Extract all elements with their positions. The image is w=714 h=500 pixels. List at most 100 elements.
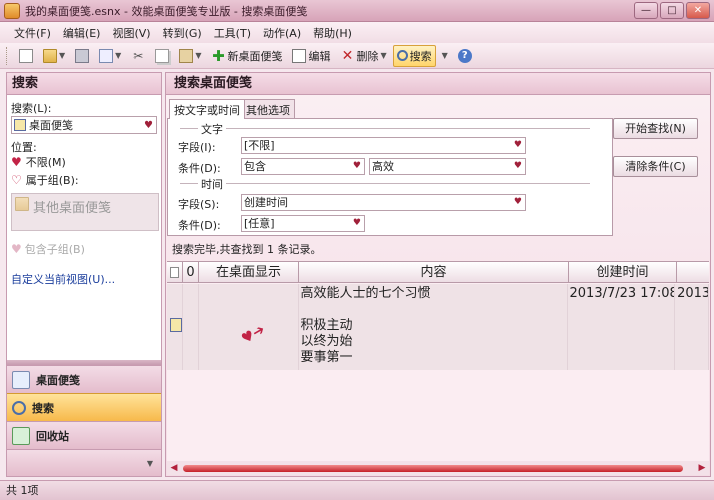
status-bar: 共 1项 [0, 480, 714, 500]
text-field-select[interactable]: [不限] ♥ [241, 137, 526, 154]
menu-edit[interactable]: 编辑(E) [57, 25, 107, 41]
toolbar-grip [6, 46, 9, 65]
time-condition-select[interactable]: [任意] ♥ [241, 215, 365, 232]
row-extra-cell: 2013 [675, 284, 709, 370]
column-header-type[interactable] [167, 262, 183, 282]
keyword-input[interactable]: 高效 ♥ [369, 158, 526, 175]
close-button[interactable]: ✕ [686, 2, 710, 19]
position-label: 位置: [11, 141, 37, 154]
column-header-extra[interactable] [677, 262, 709, 282]
app-icon [4, 2, 20, 19]
clear-conditions-button[interactable]: 清除条件(C) [613, 156, 698, 177]
dropdown-arrow-icon: ▼ [380, 51, 387, 60]
copy-button[interactable] [151, 45, 173, 67]
nav-recycle-label: 回收站 [36, 429, 69, 443]
search-target-select[interactable]: 桌面便笺 ♥ [11, 116, 157, 134]
heart-checkbox-icon: ♥ [11, 242, 22, 256]
menu-actions[interactable]: 动作(A) [257, 25, 307, 41]
heart-radio-checked-icon: ♥ [11, 155, 22, 169]
include-subgroups-label: 包含子组(B) [24, 243, 85, 256]
menu-tools[interactable]: 工具(T) [208, 25, 257, 41]
table-row[interactable]: ♥➔ 高效能人士的七个习惯 积极主动 以终为始 要事第一 2013/7/23 1… [167, 284, 709, 370]
custom-view-link[interactable]: 自定义当前视图(U)... [11, 271, 115, 287]
maximize-button[interactable]: □ [660, 2, 684, 19]
help-button[interactable]: ? [454, 45, 476, 67]
group-selector: 其他桌面便笺 [11, 193, 159, 231]
delete-button[interactable]: ✕ 删除 ▼ [336, 45, 390, 67]
new-document-icon [19, 48, 33, 63]
open-button[interactable]: ▼ [39, 45, 69, 67]
row-created-cell: 2013/7/23 17:08 [568, 284, 676, 370]
new-note-button[interactable]: ✚ 新桌面便笺 [207, 45, 286, 67]
options-dropdown[interactable]: ▼ [438, 45, 452, 67]
heart-dropdown-icon: ♥ [144, 119, 153, 131]
dropdown-arrow-icon: ▼ [195, 51, 202, 60]
toolbar: ▼ ▼ ✂ ▼ ✚ 新桌面便笺 编辑 ✕ 删除 ▼ 搜索 ▼ ? [0, 43, 714, 69]
search-toolbar-button[interactable]: 搜索 [392, 44, 436, 67]
radio-in-group[interactable]: ♡ 属于组(B): [11, 172, 79, 188]
nav-search-label: 搜索 [32, 401, 54, 415]
start-search-button[interactable]: 开始查找(N) [613, 118, 698, 139]
results-grid: 0 在桌面显示 内容 创建时间 ♥➔ 高效能人士的七个习惯 积极主动 以终为始 … [167, 261, 709, 465]
column-header-content[interactable]: 内容 [299, 262, 569, 282]
pencil-icon [292, 48, 307, 63]
time-field-select[interactable]: 创建时间 ♥ [241, 194, 526, 211]
tab-text-or-time[interactable]: 按文字或时间 [169, 99, 245, 119]
column-header-created[interactable]: 创建时间 [569, 262, 677, 282]
text-section-title: 文字 [198, 121, 226, 137]
heart-dropdown-icon: ♥ [513, 161, 522, 171]
printer-icon [75, 48, 90, 63]
heart-pin-icon: ♥➔ [238, 321, 268, 348]
delete-label: 删除 [356, 49, 379, 63]
text-field-label: 字段(I): [178, 141, 216, 154]
nav-recycle-bin[interactable]: 回收站 [7, 421, 161, 449]
print-button[interactable] [71, 45, 93, 67]
nav-search[interactable]: 搜索 [7, 393, 161, 421]
paste-button[interactable]: ▼ [175, 45, 205, 67]
main-pane-title: 搜索桌面便笺 [166, 73, 710, 95]
print-preview-button[interactable]: ▼ [95, 45, 125, 67]
title-bar: 我的桌面便笺.esnx - 效能桌面便笺专业版 - 搜索桌面便笺 — □ ✕ [0, 0, 714, 22]
row-content-cell: 高效能人士的七个习惯 积极主动 以终为始 要事第一 [299, 284, 568, 370]
column-header-attachment[interactable]: 0 [183, 262, 199, 282]
radio-in-group-label: 属于组(B): [25, 174, 79, 187]
nav-notes[interactable]: 桌面便笺 [7, 365, 161, 393]
search-in-label: 搜索(L): [11, 102, 52, 115]
paste-icon [179, 48, 194, 63]
condition-value: 包含 [244, 160, 266, 173]
condition-select[interactable]: 包含 ♥ [241, 158, 365, 175]
section-divider [180, 128, 590, 129]
left-pane-title: 搜索 [7, 73, 161, 95]
grid-header: 0 在桌面显示 内容 创建时间 [167, 262, 709, 283]
scroll-right-icon[interactable]: ▶ [695, 463, 709, 473]
right-pane: 搜索桌面便笺 按文字或时间 其他选项 文字 字段(I): [不限] ♥ 条件(D… [165, 72, 711, 477]
scroll-left-icon[interactable]: ◀ [167, 463, 181, 473]
new-document-button[interactable] [15, 45, 37, 67]
search-label: 搜索 [409, 49, 432, 63]
minimize-button[interactable]: — [634, 2, 658, 19]
menu-goto[interactable]: 转到(G) [157, 25, 208, 41]
edit-button[interactable]: 编辑 [288, 45, 334, 67]
search-target-value: 桌面便笺 [29, 119, 73, 132]
menu-file[interactable]: 文件(F) [8, 25, 57, 41]
menu-view[interactable]: 视图(V) [106, 25, 156, 41]
search-result-status: 搜索完毕,共查找到 1 条记录。 [172, 243, 322, 256]
radio-unlimited-label: 不限(M) [25, 156, 66, 169]
nav-overflow-button[interactable]: ▼ [7, 449, 161, 476]
delete-x-icon: ✕ [341, 47, 354, 64]
menu-bar: 文件(F) 编辑(E) 视图(V) 转到(G) 工具(T) 动作(A) 帮助(H… [0, 22, 714, 43]
time-condition-value: [任意] [244, 217, 275, 230]
time-field-value: 创建时间 [244, 196, 288, 209]
menu-help[interactable]: 帮助(H) [307, 25, 358, 41]
cut-button[interactable]: ✂ [127, 45, 149, 67]
column-header-show-on-desktop[interactable]: 在桌面显示 [199, 262, 299, 282]
tab-other-options[interactable]: 其他选项 [241, 99, 295, 118]
dropdown-arrow-icon: ▼ [441, 51, 448, 60]
dropdown-arrow-icon: ▼ [115, 51, 122, 60]
time-condition-label: 条件(D): [178, 219, 221, 232]
horizontal-scrollbar[interactable]: ◀ ▶ [167, 461, 709, 475]
scrollbar-thumb[interactable] [183, 464, 683, 472]
window-title: 我的桌面便笺.esnx - 效能桌面便笺专业版 - 搜索桌面便笺 [25, 4, 308, 18]
folder-icon [15, 197, 29, 211]
radio-unlimited[interactable]: ♥ 不限(M) [11, 154, 66, 170]
